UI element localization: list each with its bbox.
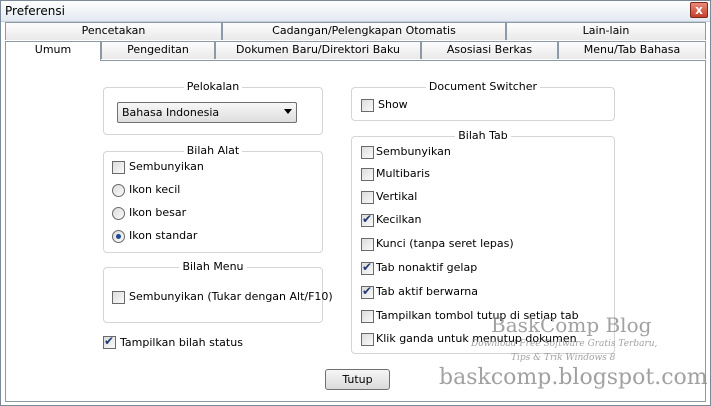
tabbar-reduce-label: Kecilkan [376, 213, 422, 226]
statusbar-checkbox[interactable] [103, 334, 116, 349]
tab-editing[interactable]: Pengeditan [101, 41, 215, 59]
tab-language-menu[interactable]: Menu/Tab Bahasa [558, 41, 706, 59]
tabbar-multiline-label: Multibaris [376, 167, 430, 180]
tab-printing[interactable]: Pencetakan [5, 22, 222, 40]
radio-large-icons[interactable] [112, 207, 125, 220]
dropdown-arrow-icon [284, 109, 292, 114]
toolbar-hide-label: Sembunyikan [129, 160, 204, 173]
tabbar-multiline-checkbox[interactable] [361, 168, 374, 181]
radio-small-icons[interactable] [112, 184, 125, 197]
tab-general[interactable]: Umum [5, 41, 101, 61]
tabbar-vertical-label: Vertikal [376, 190, 418, 203]
tabbar-double-click-checkbox[interactable] [361, 333, 374, 346]
tabbar-group-label: Bilah Tab [455, 129, 511, 142]
statusbar-label: Tampilkan bilah status [120, 336, 243, 349]
tabbar-hide-checkbox[interactable] [361, 146, 374, 159]
close-button[interactable]: Tutup [325, 369, 390, 390]
tabbar-colored-active-label: Tab aktif berwarna [376, 285, 479, 298]
title-bar: Preferensi x [1, 1, 710, 22]
language-select[interactable]: Bahasa Indonesia [117, 102, 297, 123]
tabbar-vertical-checkbox[interactable] [361, 191, 374, 204]
toolbar-group-label: Bilah Alat [183, 144, 243, 157]
watermark-line2: Tips & Trik Windows 8 [511, 353, 616, 363]
watermark-line1: Download Free Software Gratis Terbaru, [471, 339, 658, 349]
radio-large-icons-label: Ikon besar [129, 206, 187, 219]
radio-standard-icons-label: Ikon standar [129, 229, 198, 242]
tabbar-dark-inactive-checkbox[interactable] [361, 260, 374, 275]
watermark-brand: BaskComp Blog [491, 313, 652, 337]
language-select-value: Bahasa Indonesia [122, 106, 220, 119]
tab-file-association[interactable]: Asosiasi Berkas [421, 41, 558, 59]
tabbar-reduce-checkbox[interactable] [361, 212, 374, 227]
preferences-dialog: Preferensi x Pencetakan Cadangan/Pelengk… [0, 0, 711, 406]
tabbar-close-button-checkbox[interactable] [361, 310, 374, 323]
localization-label: Pelokalan [183, 80, 243, 93]
close-window-button[interactable]: x [690, 2, 708, 18]
menubar-group-label: Bilah Menu [179, 260, 247, 273]
toolbar-hide-checkbox[interactable] [112, 161, 125, 174]
tabbar-dark-inactive-label: Tab nonaktif gelap [376, 261, 478, 274]
radio-standard-icons[interactable] [112, 230, 125, 243]
watermark-url: baskcomp.blogspot.com [439, 365, 708, 390]
doc-switcher-show-label: Show [378, 98, 408, 111]
tabbar-hide-label: Sembunyikan [376, 145, 451, 158]
tab-new-document[interactable]: Dokumen Baru/Direktori Baku [215, 41, 421, 59]
tabbar-lock-checkbox[interactable] [361, 238, 374, 251]
menubar-hide-checkbox[interactable] [112, 291, 125, 304]
doc-switcher-label: Document Switcher [425, 80, 541, 93]
radio-small-icons-label: Ikon kecil [129, 183, 181, 196]
tab-misc[interactable]: Lain-lain [506, 22, 706, 40]
tab-backup-autocomplete[interactable]: Cadangan/Pelengkapan Otomatis [222, 22, 506, 40]
doc-switcher-show-checkbox[interactable] [361, 99, 374, 112]
tabbar-lock-label: Kunci (tanpa seret lepas) [376, 237, 514, 250]
menubar-hide-label: Sembunyikan (Tukar dengan Alt/F10) [129, 290, 333, 303]
tabbar-colored-active-checkbox[interactable] [361, 284, 374, 299]
window-title: Preferensi [5, 4, 65, 18]
